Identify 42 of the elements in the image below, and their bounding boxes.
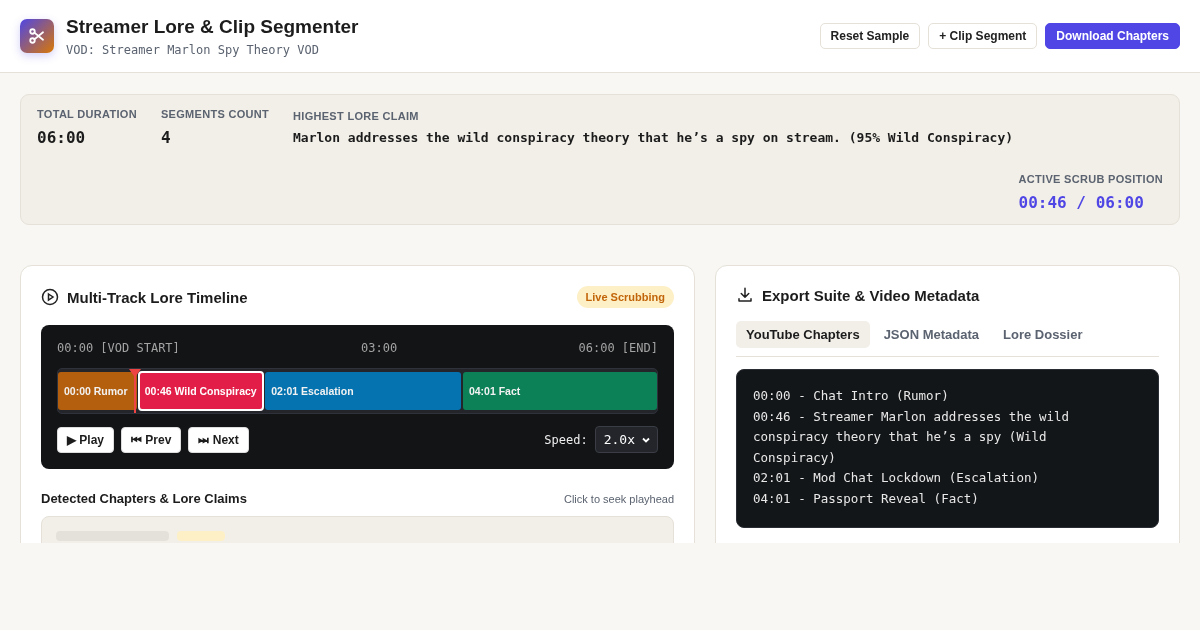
stat-label: HIGHEST LORE CLAIM <box>293 110 420 122</box>
chapter-line: 02:01 - Mod Chat Lockdown (Escalation) <box>753 469 1040 487</box>
vod-subtitle: VOD: Streamer Marlon Spy Theory VOD <box>66 42 320 57</box>
export-tab[interactable]: YouTube Chapters <box>736 321 870 348</box>
card-title: Export Suite & Video Metadata <box>762 286 980 304</box>
chapter-line: 04:01 - Passport Reveal (Fact) <box>753 489 980 508</box>
download-icon <box>736 286 754 304</box>
stat-value: 4 <box>160 128 172 147</box>
hint-text: Click to seek playhead <box>563 492 674 505</box>
chapter-line: 00:46 - Streamer Marlon addresses the wild conspiracy theory that he’s a spy (Wild Conspiracy) <box>753 407 1071 467</box>
placeholder-tag <box>177 531 225 541</box>
transport-button[interactable]: ▶ Play <box>57 426 115 453</box>
timeline-segment[interactable]: 00:46 Wild Conspiracy <box>138 372 264 410</box>
timeline-segment[interactable]: 02:01 Escalation <box>265 372 461 410</box>
timeline-segment[interactable]: 04:01 Fact <box>462 372 657 410</box>
speed-label: Speed: <box>544 432 588 447</box>
time-tick: 06:00 [END] <box>578 341 658 355</box>
card-title: Multi-Track Lore Timeline <box>67 288 248 306</box>
app-title: Streamer Lore & Clip Segmenter <box>66 15 359 38</box>
section-title: Detected Chapters & Lore Claims <box>41 491 247 506</box>
header-button[interactable]: Reset Sample <box>819 23 921 49</box>
stat-label: ACTIVE SCRUB POSITION <box>1018 173 1163 185</box>
download-button[interactable]: Download Chapters <box>1045 23 1180 49</box>
stat-label: TOTAL DURATION <box>37 108 137 120</box>
stat-value: 00:46 / 06:00 <box>1018 193 1145 212</box>
timeline-segment[interactable]: 00:00 Rumor <box>58 372 137 410</box>
stat-value: Marlon addresses the wild conspiracy theory that he’s a spy on stream. (95% Wild Conspiracy) <box>293 130 1015 145</box>
time-tick: 03:00 <box>361 341 398 355</box>
stat-value: 06:00 <box>37 128 87 147</box>
play-circle-icon <box>41 288 59 306</box>
stat-label: SEGMENTS COUNT <box>160 108 270 120</box>
transport-button[interactable]: ⏭ Next <box>188 426 249 453</box>
status-badge: Live Scrubbing <box>576 286 674 308</box>
export-tab[interactable]: Lore Dossier <box>993 321 1093 348</box>
header-button[interactable]: + Clip Segment <box>928 23 1038 49</box>
chapter-line: 00:00 - Chat Intro (Rumor) <box>753 387 950 405</box>
speed-dropdown[interactable]: 2.0x <box>594 426 658 453</box>
playhead-marker[interactable] <box>128 369 141 413</box>
export-tab[interactable]: JSON Metadata <box>873 321 989 348</box>
scissors-logo-icon <box>20 19 54 53</box>
time-tick: 00:00 [VOD START] <box>57 341 180 355</box>
transport-button[interactable]: ⏮ Prev <box>121 426 182 453</box>
